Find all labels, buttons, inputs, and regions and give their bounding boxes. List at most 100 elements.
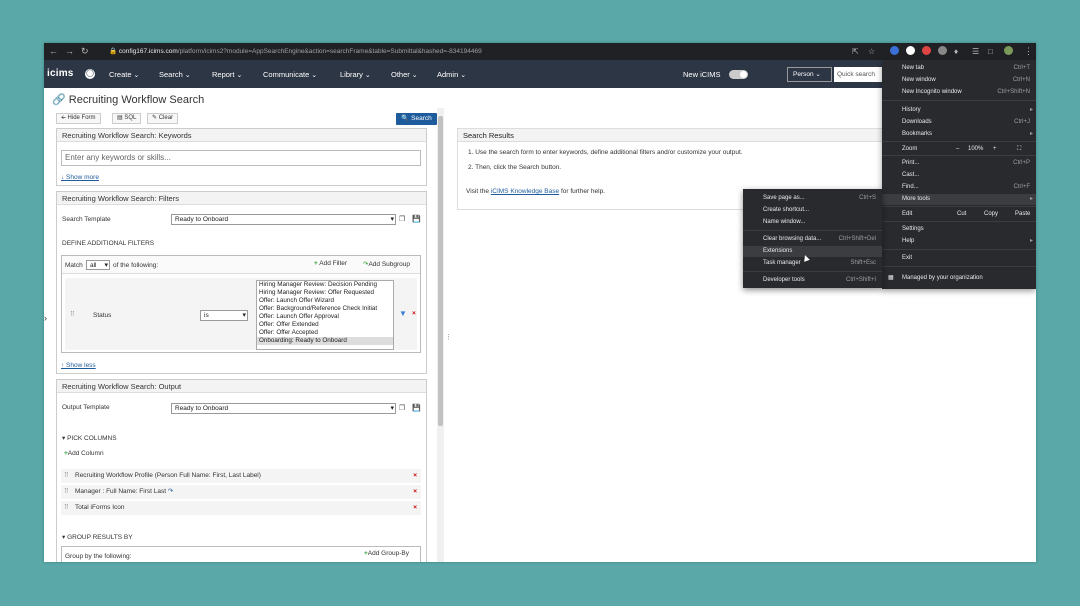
menu-item-incognito[interactable]: New Incognito window Ctrl+Shift+N [882,87,1036,98]
menu-item-downloads[interactable]: Downloads Ctrl+J [882,117,1036,128]
kebab-menu-icon[interactable]: ⋮ [1024,46,1033,57]
column-row[interactable]: ⠿ Total iForms Icon × [61,501,421,515]
list-item[interactable]: Offer: Launch Offer Wizard [257,297,393,305]
drag-handle-icon[interactable]: ⠿ [64,485,69,499]
menu-item-print[interactable]: Print... Ctrl+P [882,158,1036,169]
menu-create[interactable]: Create [109,70,139,79]
back-icon[interactable]: ← [49,46,58,57]
menu-item-help[interactable]: Help ▸ [882,236,1036,247]
scrollbar-thumb[interactable] [438,116,443,426]
menu-item-cast[interactable]: Cast... [882,170,1036,181]
menu-communicate[interactable]: Communicate [263,70,317,79]
search-button[interactable]: 🔍 Search [396,113,437,125]
drag-handle-icon[interactable]: ⠿ [70,310,75,318]
save-icon[interactable]: 💾 [412,404,421,412]
show-less-link[interactable]: ↑ Show less [61,362,96,369]
bookmark-star-icon[interactable]: ☆ [868,46,875,57]
add-column-button[interactable]: +Add Column [64,450,104,457]
list-item-selected[interactable]: Onboarding: Ready to Onboard [257,337,393,345]
zoom-out-button[interactable]: – [956,144,959,155]
menu-item-new-window[interactable]: New window Ctrl+N [882,75,1036,86]
paste-button[interactable]: Paste [1015,209,1030,220]
left-pane-scrollbar[interactable] [437,108,444,562]
search-template-select[interactable]: Ready to Onboard [171,214,396,225]
extension-icon[interactable] [890,46,899,55]
copy-button[interactable]: Copy [984,209,998,220]
reload-icon[interactable]: ↻ [81,46,89,57]
menu-library[interactable]: Library [340,70,371,79]
drag-handle-icon[interactable]: ⠿ [64,469,69,483]
menu-item-name-window[interactable]: Name window... [743,217,882,228]
add-group-by-button[interactable]: +Add Group-By [364,550,409,557]
menu-item-find[interactable]: Find... Ctrl+F [882,182,1036,193]
zoom-in-button[interactable]: + [993,144,997,155]
menu-item-developer-tools[interactable]: Developer tools Ctrl+Shift+I [743,275,882,286]
copy-icon[interactable]: ❐ [399,215,405,223]
menu-item-exit[interactable]: Exit [882,253,1036,264]
copy-icon[interactable]: ❐ [399,404,405,412]
menu-item-create-shortcut[interactable]: Create shortcut... [743,205,882,216]
status-listbox[interactable]: Hiring Manager Review: Decision Pending … [256,280,394,350]
person-dropdown[interactable]: Person ⌄ [787,67,832,82]
remove-column-icon[interactable]: × [413,485,417,499]
remove-filter-icon[interactable]: × [412,310,416,317]
menu-item-history[interactable]: History ▸ [882,105,1036,116]
menu-item-save-page[interactable]: Save page as... Ctrl+S [743,193,882,204]
quick-search-input[interactable]: Quick search [834,67,884,82]
add-subgroup-button[interactable]: ↷Add Subgroup [363,260,410,268]
remove-column-icon[interactable]: × [413,501,417,515]
menu-item-new-tab[interactable]: New tab Ctrl+T [882,63,1036,74]
clear-button[interactable]: ✎ Clear [147,113,179,124]
menu-item-managed[interactable]: ▦ Managed by your organization [882,273,1036,284]
column-row[interactable]: ⠿ Recruiting Workflow Profile (Person Ful… [61,469,421,483]
menu-search[interactable]: Search [159,70,191,79]
expand-sidebar-icon[interactable]: › [44,313,47,323]
sql-button[interactable]: ▤ SQL [112,113,142,124]
list-item[interactable]: Offer: Launch Offer Approval [257,313,393,321]
avatar[interactable] [1004,46,1013,55]
match-select[interactable]: all [86,260,110,270]
new-icims-toggle[interactable] [729,70,748,79]
menu-other[interactable]: Other [391,70,418,79]
menu-item-more-tools[interactable]: More tools ▸ [882,194,1036,205]
icims-logo[interactable]: icims [47,68,74,79]
list-item[interactable]: Hiring Manager Review: Offer Requested [257,289,393,297]
info-extension-icon[interactable] [906,46,915,55]
remove-column-icon[interactable]: × [413,469,417,483]
edit-link-icon[interactable]: ↷ [168,488,173,495]
menu-item-extensions[interactable]: Extensions [743,246,882,257]
hide-form-button[interactable]: 🡨 Hide Form [56,113,101,124]
record-extension-icon[interactable] [922,46,931,55]
globe-icon[interactable]: ◯ [85,69,95,79]
list-item[interactable]: Offer: Offer Extended [257,321,393,329]
filter-funnel-icon[interactable]: ▼ [399,309,407,318]
list-item[interactable]: Offer: Offer Accepted [257,329,393,337]
column-row[interactable]: ⠿ Manager : Full Name: First Last ↷ × [61,485,421,499]
show-more-link[interactable]: ↓ Show more [61,174,99,181]
menu-item-task-manager[interactable]: Task manager Shift+Esc [743,258,882,269]
list-icon[interactable]: ☰ [972,46,979,57]
cut-button[interactable]: Cut [957,209,966,220]
clip-extension-icon[interactable] [938,46,947,55]
add-filter-button[interactable]: + Add Filter [314,260,347,267]
menu-admin[interactable]: Admin [437,70,466,79]
menu-item-clear-browsing-data[interactable]: Clear browsing data... Ctrl+Shift+Del [743,234,882,245]
address-bar[interactable]: 🔒 config167.icims.com/platform/icims2?mo… [99,45,879,58]
keywords-input[interactable]: Enter any keywords or skills... [61,150,421,166]
share-icon[interactable]: ⇱ [852,46,859,57]
knowledge-base-link[interactable]: iCIMS Knowledge Base [491,188,559,195]
list-item[interactable]: Hiring Manager Review: Decision Pending [257,281,393,289]
save-icon[interactable]: 💾 [412,215,421,223]
operator-select[interactable]: is [200,310,248,321]
menu-report[interactable]: Report [212,70,242,79]
output-template-select[interactable]: Ready to Onboard [171,403,396,414]
drag-handle-icon[interactable]: ⠿ [64,501,69,515]
menu-item-settings[interactable]: Settings [882,224,1036,235]
list-item[interactable]: Offer: Background/Reference Check Initia… [257,305,393,313]
pane-resize-handle[interactable]: ⋮ [445,333,452,341]
menu-item-bookmarks[interactable]: Bookmarks ▸ [882,129,1036,140]
fullscreen-icon[interactable]: ⛶ [1017,144,1021,155]
puzzle-icon[interactable]: ♦ [954,46,958,57]
forward-icon[interactable]: → [65,46,74,57]
side-panel-icon[interactable]: □ [988,46,993,57]
